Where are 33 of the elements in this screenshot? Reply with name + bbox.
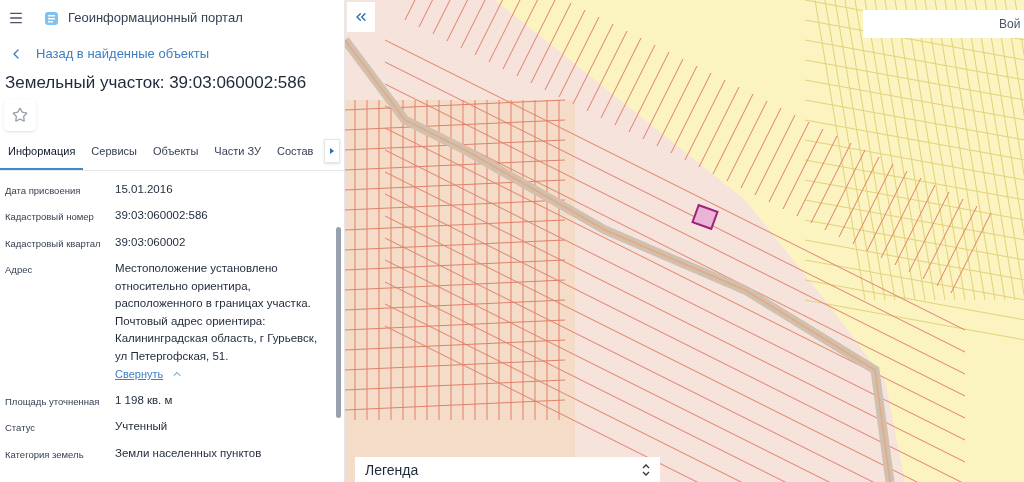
field-value: 39:03:060002 [115,234,187,250]
field-label: Кадастровый номер [5,210,95,224]
collapse-panel-button[interactable] [347,2,375,32]
field-label: Площадь уточненная [5,394,101,409]
star-icon [12,107,28,123]
tab[interactable]: Объекты [144,139,207,170]
legend-panel[interactable]: Легенда [355,457,660,482]
tab[interactable]: Состав [269,139,322,170]
parcel-heading: Земельный участок: 39:03:060002:586 [4,71,308,94]
field-value: 15.01.2016 [115,181,174,197]
field-value: Местоположение установлено относительно ориентира, расположенного в границах участка. Почтовый адрес ориентира: Калининградская область, г Гурьевск, ул Петергофская, 51. [115,261,319,364]
field-label: Кадастровый квартал [5,236,102,251]
expand-icon [642,464,650,476]
tab[interactable]: Сервисы [83,139,145,170]
tab[interactable]: Части ЗУ [206,139,269,170]
field-value: 39:03:060002:586 [115,208,209,223]
field-label: Дата присвоения [5,183,82,198]
collapse-link[interactable]: Свернуть [115,366,325,383]
tabs-scroll-button[interactable] [324,139,340,163]
field-value: Учтенный [115,419,169,434]
field-label: Статус [5,421,37,435]
menu-icon[interactable] [8,10,24,26]
field-label: Категория земель [5,447,85,462]
caret-right-icon [329,148,335,154]
scrollbar[interactable] [336,226,341,418]
field-value: Земли населенных пунктов [115,445,263,461]
field-label: Адрес [5,263,34,277]
logo-icon [44,10,60,26]
portal-title: Геоинформационный портал [68,9,243,28]
search-field[interactable]: Вой [863,10,1024,38]
back-link[interactable]: Назад в найденные объекты [0,44,344,64]
tab[interactable]: Информация [0,139,84,170]
field-value: 1 198 кв. м [115,392,174,408]
